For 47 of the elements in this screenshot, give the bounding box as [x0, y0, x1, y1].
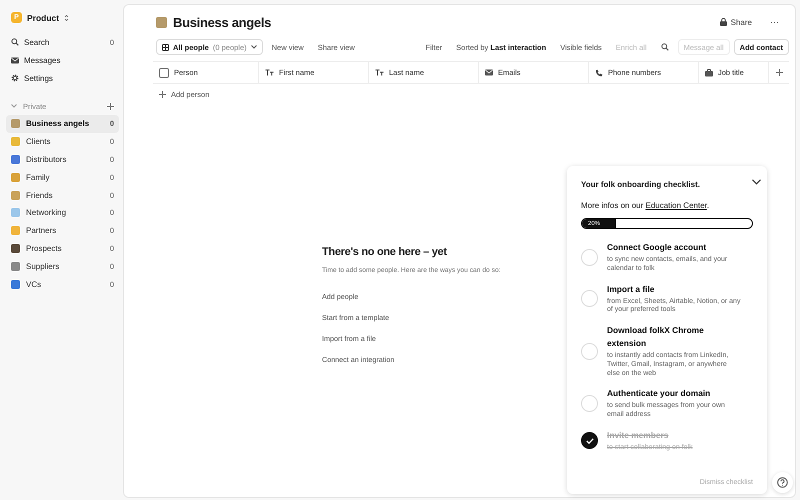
- caret-icon: [250, 45, 257, 49]
- updown-icon[interactable]: [64, 14, 70, 22]
- group-name: Suppliers: [26, 262, 60, 271]
- group-name: VCs: [26, 280, 42, 289]
- grid-icon: [162, 44, 169, 50]
- group-icon: [156, 16, 167, 28]
- lock-icon: [720, 18, 727, 26]
- checklist-title: Your folk onboarding checklist.: [581, 180, 701, 189]
- nav-item[interactable]: Search: [24, 38, 105, 46]
- search-icon: [11, 38, 19, 46]
- add-icon[interactable]: [107, 102, 114, 110]
- group-name: Friends: [26, 190, 54, 200]
- page-title: Business angels: [173, 14, 272, 30]
- task-title: Connect Google account: [607, 241, 708, 254]
- task-title: Download folkX Chrome extension: [607, 324, 705, 350]
- text-type-icon: [375, 69, 384, 76]
- question-icon: [777, 477, 788, 488]
- envelope-icon: [11, 56, 19, 64]
- plus-icon: [159, 90, 166, 98]
- education-center-link[interactable]: Education Center: [645, 201, 707, 210]
- group-name: Business angels: [26, 119, 90, 128]
- group-name: Prospects: [26, 244, 63, 253]
- text-type-icon: [265, 69, 274, 76]
- checkbox[interactable]: [159, 68, 169, 78]
- group-name: Family: [26, 172, 51, 182]
- workspace-name[interactable]: Product: [27, 12, 60, 22]
- more-button[interactable]: ···: [770, 17, 779, 27]
- group-name: Partners: [26, 226, 58, 236]
- task-title: Invite members: [607, 428, 670, 442]
- task-title: Authenticate your domain: [607, 387, 712, 400]
- share-button[interactable]: Share: [720, 18, 752, 26]
- empty-title: There's no one here – yet: [322, 246, 447, 258]
- task-title: Import a file: [607, 282, 656, 296]
- search-icon[interactable]: [660, 43, 669, 51]
- check-circle[interactable]: [581, 432, 598, 450]
- nav-item[interactable]: Settings: [24, 74, 114, 82]
- briefcase-icon: [705, 68, 713, 76]
- group-name: Networking: [26, 208, 68, 218]
- envelope-icon: [485, 69, 493, 76]
- add-column-icon[interactable]: [776, 69, 782, 76]
- chevron-icon[interactable]: [11, 104, 17, 108]
- nav-item[interactable]: Messages: [24, 56, 114, 64]
- settings-icon: [11, 74, 19, 82]
- checklist-info: More infos on our Education Center.: [581, 201, 710, 210]
- group-name: Clients: [26, 137, 52, 146]
- phone-icon: [595, 68, 603, 76]
- group-name: Distributors: [26, 154, 68, 164]
